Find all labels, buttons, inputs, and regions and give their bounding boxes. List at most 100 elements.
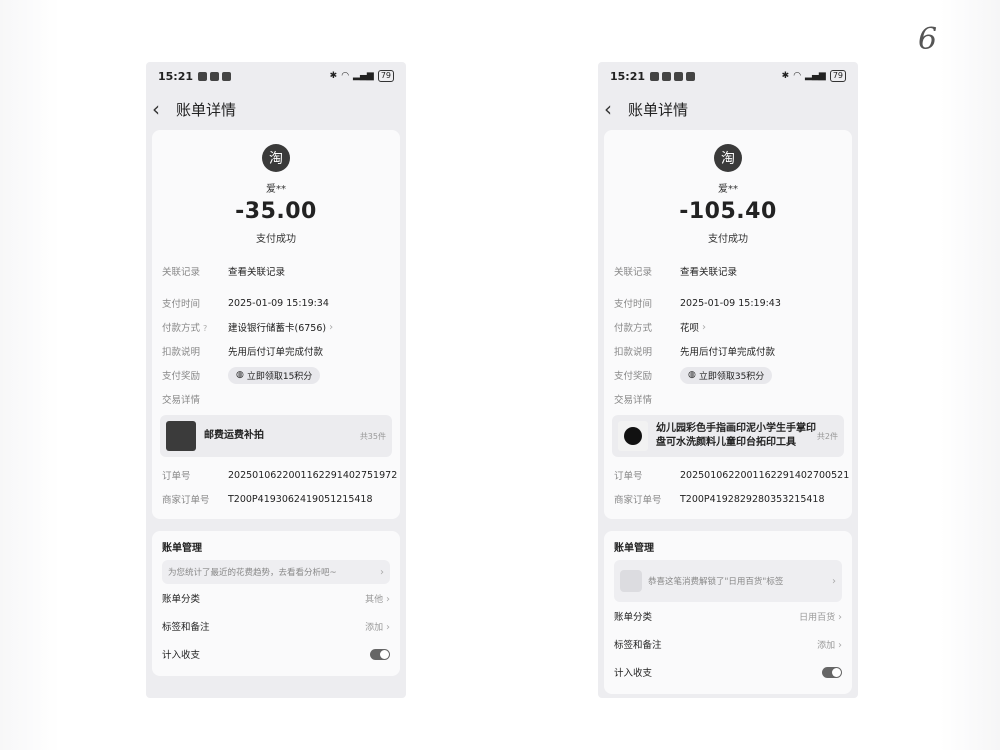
payment-method-value[interactable]: 建设银行储蓄卡(6756) ›	[228, 320, 334, 335]
merchant-order-label: 商家订单号	[162, 495, 210, 506]
page-title: 账单详情	[176, 100, 237, 119]
product-thumbnail	[618, 421, 648, 451]
order-number-label: 订单号	[614, 471, 643, 482]
pay-time-row: 支付时间 2025-01-09 15:19:43	[614, 291, 842, 315]
bill-category-row[interactable]: 账单分类 日用百货 ›	[614, 602, 842, 630]
notification-icon	[662, 71, 672, 81]
notification-icon	[650, 71, 660, 81]
deduct-value: 先用后付订单完成付款	[680, 347, 776, 358]
bill-category-label: 账单分类	[162, 594, 201, 605]
notification-icon	[674, 71, 684, 81]
chevron-right-icon: ›	[832, 575, 836, 587]
chevron-right-icon: ›	[386, 621, 390, 633]
chevron-right-icon: ›	[386, 593, 390, 605]
page-title: 账单详情	[628, 100, 689, 119]
deduct-value: 先用后付订单完成付款	[228, 347, 324, 358]
back-arrow-icon[interactable]: ‹	[604, 97, 624, 121]
payment-status: 支付成功	[708, 234, 748, 245]
signal-icon: ▂▄▆	[805, 71, 826, 81]
bill-category-value: 日用百货 ›	[799, 611, 842, 623]
back-arrow-icon[interactable]: ‹	[152, 97, 172, 121]
payment-method-value[interactable]: 花呗 ›	[680, 320, 707, 335]
detail-label: 交易详情	[162, 395, 201, 406]
related-link[interactable]: 查看关联记录	[680, 264, 737, 278]
handwritten-page-number: 6	[918, 22, 938, 57]
reward-row: 支付奖励 ◍ 立即领取35积分	[614, 363, 842, 387]
deduct-label: 扣款说明	[162, 347, 201, 358]
related-record-row[interactable]: 关联记录 查看关联记录	[614, 259, 842, 283]
phone-screen-right: 15:21 ✱ ◠ ▂▄▆ 79 ‹ 账单详情 淘 爱** -105.40 支付…	[598, 62, 858, 698]
related-label: 关联记录	[614, 267, 653, 278]
tags-notes-label: 标签和备注	[162, 622, 210, 633]
order-number-row: 订单号 2025010622001162291402700521	[614, 463, 849, 487]
status-bar: 15:21 ✱ ◠ ▂▄▆ 79	[146, 62, 406, 90]
detail-label: 交易详情	[614, 395, 653, 406]
payment-method-row[interactable]: 付款方式 ? 建设银行储蓄卡(6756) ›	[162, 315, 390, 339]
deduct-label: 扣款说明	[614, 347, 653, 358]
product-item[interactable]: 邮费运费补拍 共35件	[160, 415, 392, 457]
bill-category-label: 账单分类	[614, 612, 653, 623]
product-count: 共2件	[816, 431, 838, 441]
bill-category-value: 其他 ›	[365, 593, 390, 605]
chevron-right-icon: ›	[838, 611, 842, 623]
taobao-logo-icon: 淘	[262, 144, 290, 172]
detail-row: 交易详情	[162, 387, 390, 411]
battery-icon: 79	[377, 70, 394, 82]
nav-bar: ‹ 账单详情	[598, 90, 858, 128]
chevron-right-icon: ›	[838, 639, 842, 651]
count-income-toggle[interactable]	[822, 666, 842, 678]
order-number-label: 订单号	[162, 471, 191, 482]
notification-icon	[210, 71, 220, 81]
taobao-logo-icon: 淘	[714, 144, 742, 172]
count-income-row: 计入收支	[614, 658, 842, 686]
bill-management-card: 账单管理 恭喜这笔消费解锁了"日用百货"标签 › 账单分类 日用百货 › 标签和…	[604, 531, 852, 694]
chevron-right-icon: ›	[702, 321, 707, 333]
claim-points-button[interactable]: ◍ 立即领取15积分	[228, 366, 321, 384]
product-count: 共35件	[359, 431, 386, 441]
related-record-row[interactable]: 关联记录 查看关联记录	[162, 259, 390, 283]
reward-label: 支付奖励	[162, 371, 201, 382]
chevron-right-icon: ›	[329, 321, 334, 333]
battery-icon: 79	[829, 70, 846, 82]
pay-time-label: 支付时间	[614, 299, 653, 310]
tags-notes-row[interactable]: 标签和备注 添加 ›	[614, 630, 842, 658]
points-icon: ◍	[236, 370, 244, 380]
related-link[interactable]: 查看关联记录	[228, 264, 285, 278]
help-icon[interactable]: ?	[203, 324, 207, 333]
claim-points-button[interactable]: ◍ 立即领取35积分	[680, 366, 773, 384]
status-time: 15:21	[158, 69, 194, 83]
order-number-row: 订单号 2025010622001162291402751972	[162, 463, 397, 487]
product-name: 幼儿园彩色手指画印泥小学生手掌印盘可水洗颜料儿童印台拓印工具	[656, 423, 816, 448]
tags-notes-value: 添加 ›	[817, 639, 842, 651]
payment-amount: -35.00	[235, 199, 317, 224]
wifi-icon: ◠	[341, 71, 350, 81]
payment-method-row[interactable]: 付款方式 花呗 ›	[614, 315, 842, 339]
related-label: 关联记录	[162, 267, 201, 278]
merchant-name: 爱**	[718, 184, 738, 195]
product-thumbnail	[166, 421, 196, 451]
order-number-value: 2025010622001162291402751972	[228, 469, 398, 481]
phone-screen-left: 15:21 ✱ ◠ ▂▄▆ 79 ‹ 账单详情 淘 爱** -35.00 支付成…	[146, 62, 406, 698]
merchant-order-row: 商家订单号 T200P4193062419051215418	[162, 487, 390, 511]
count-income-toggle[interactable]	[370, 648, 390, 660]
product-item[interactable]: 幼儿园彩色手指画印泥小学生手掌印盘可水洗颜料儿童印台拓印工具 共2件	[612, 415, 844, 457]
wifi-icon: ◠	[793, 71, 802, 81]
bill-management-card: 账单管理 为您统计了最近的花费趋势，去看看分析吧~ › 账单分类 其他 › 标签…	[152, 531, 400, 676]
detail-row: 交易详情	[614, 387, 842, 411]
deduct-row: 扣款说明 先用后付订单完成付款	[162, 339, 390, 363]
tags-notes-row[interactable]: 标签和备注 添加 ›	[162, 612, 390, 640]
deduct-row: 扣款说明 先用后付订单完成付款	[614, 339, 842, 363]
spending-analysis-tip[interactable]: 为您统计了最近的花费趋势，去看看分析吧~ ›	[162, 560, 390, 584]
bluetooth-icon: ✱	[781, 71, 790, 81]
bill-management-title: 账单管理	[162, 543, 202, 554]
category-unlock-tip[interactable]: 恭喜这笔消费解锁了"日用百货"标签 ›	[614, 560, 842, 602]
merchant-order-row: 商家订单号 T200P4192829280353215418	[614, 487, 842, 511]
payment-method-label: 付款方式	[614, 323, 653, 334]
payment-amount: -105.40	[679, 199, 777, 224]
pay-time-value: 2025-01-09 15:19:34	[228, 297, 329, 309]
pay-time-label: 支付时间	[162, 299, 201, 310]
tags-notes-value: 添加 ›	[365, 621, 390, 633]
bill-category-row[interactable]: 账单分类 其他 ›	[162, 584, 390, 612]
reward-label: 支付奖励	[614, 371, 653, 382]
notification-icon	[686, 71, 696, 81]
